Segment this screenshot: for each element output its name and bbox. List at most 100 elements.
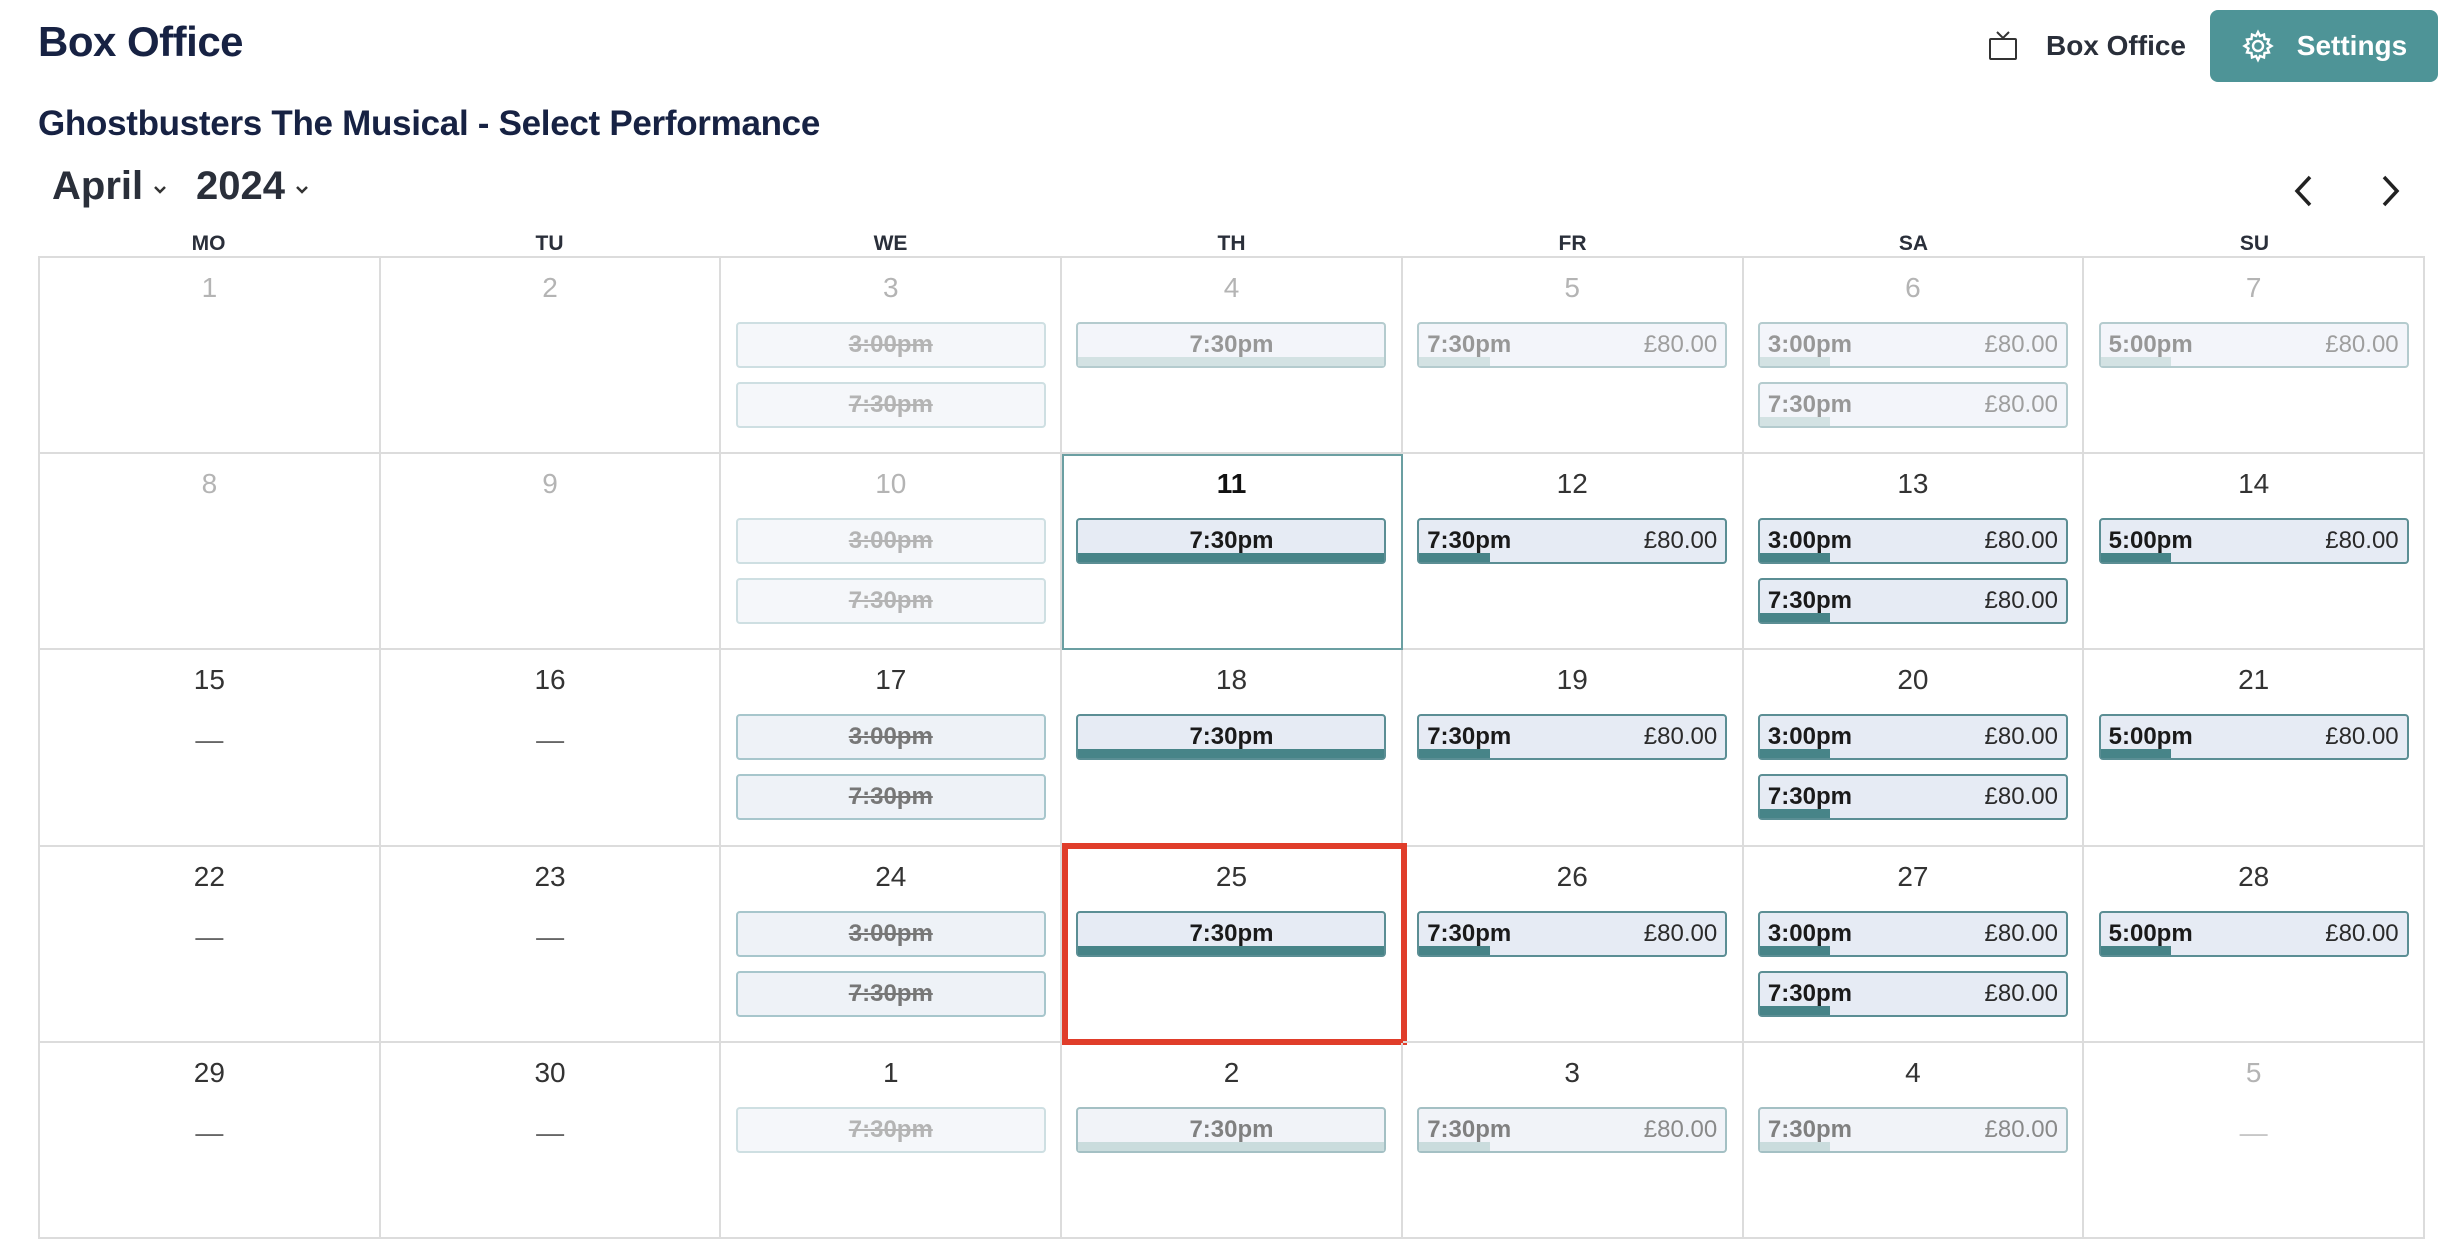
year-select[interactable]: 2024 [196,164,311,209]
performance-slot[interactable]: 7:30pm £80.00 [1757,382,2068,428]
day-cell[interactable]: 3 7:30pm £80.00 [1402,1042,1744,1239]
day-number: 25 [1215,860,1248,892]
day-cell[interactable]: 26 7:30pm £80.00 [1402,846,1744,1043]
day-number: 8 [201,468,218,500]
day-cell[interactable]: 22 — [40,846,381,1043]
availability-bar [1419,553,1490,563]
month-select[interactable]: April [52,164,169,209]
availability-bar [2100,749,2172,759]
day-cell[interactable]: 24 3:00pm 7:30pm [721,846,1063,1043]
performance-slot[interactable]: 5:00pm £80.00 [2098,322,2409,368]
performance-slot[interactable]: 7:30pm £80.00 [1757,970,2068,1017]
day-number: 24 [875,860,907,892]
day-number: 2 [542,272,558,303]
day-cell[interactable]: 11 7:30pm [1062,454,1403,651]
performance-slot[interactable]: 7:30pm £80.00 [1417,1106,1728,1153]
chevron-down-icon [296,185,308,194]
day-cell[interactable]: 2 [380,258,722,455]
day-cell[interactable]: 4 7:30pm [1062,258,1403,455]
weekday-label: SA [1898,232,1929,255]
performance-slot[interactable]: 7:30pm £80.00 [1757,774,2068,821]
settings-button[interactable]: Settings [2210,10,2438,82]
performance-time: 5:00pm [2108,527,2193,555]
performance-slot[interactable]: 7:30pm £80.00 [1757,1106,2068,1153]
performance-slot[interactable]: 7:30pm [1076,322,1387,368]
day-cell[interactable]: 7 5:00pm £80.00 [2084,258,2425,455]
day-cell[interactable]: 5 7:30pm £80.00 [1402,258,1744,455]
day-number: 9 [542,468,558,500]
performance-slot-cancelled: 7:30pm [735,970,1046,1017]
chevron-right-icon [2382,175,2400,207]
day-cell[interactable]: 20 3:00pm £80.00 7:30pm £80.00 [1743,650,2085,847]
weekday-label: TH [1217,232,1246,255]
day-cell[interactable]: 8 [40,454,381,651]
day-cell[interactable]: 15 — [40,650,381,847]
day-number: 3 [882,272,899,303]
next-month-button[interactable] [2366,168,2412,214]
day-cell[interactable]: 10 3:00pm 7:30pm [721,454,1063,651]
day-cell[interactable]: 9 [380,454,722,651]
chevron-down-icon [154,185,167,194]
day-number: 1 [201,272,218,303]
day-cell[interactable]: 5— [2084,1042,2425,1239]
performance-slot[interactable]: 7:30pm [1076,1106,1387,1153]
day-cell[interactable]: 30 — [380,1042,722,1239]
day-cell[interactable]: 4 7:30pm £80.00 [1743,1042,2085,1239]
box-office-link-label: Box Office [2045,30,2186,61]
day-cell[interactable]: 14 5:00pm £80.00 [2084,454,2425,651]
performance-slot[interactable]: 3:00pm £80.00 [1757,322,2068,368]
performance-slot[interactable]: 7:30pm [1076,910,1387,957]
availability-bar [1078,357,1385,366]
box-office-link[interactable]: Box Office [1986,29,2186,63]
day-cell[interactable]: 25 7:30pm [1062,842,1407,1046]
availability-bar [1759,553,1831,563]
day-cell[interactable]: 18 7:30pm [1062,650,1403,847]
day-cell[interactable]: 23 — [380,846,722,1043]
performance-time: 7:30pm [1427,527,1512,555]
performance-time: 7:30pm [1767,979,1852,1007]
availability-bar [1078,749,1385,759]
performance-slot[interactable]: 7:30pm £80.00 [1417,518,1728,565]
day-cell[interactable]: 1 [40,258,381,455]
performance-slot[interactable]: 3:00pm £80.00 [1757,910,2068,957]
day-cell[interactable]: 2 7:30pm [1062,1042,1403,1239]
performance-slot[interactable]: 5:00pm £80.00 [2098,714,2409,761]
day-cell[interactable]: 29 — [40,1042,381,1239]
day-cell[interactable]: 28 5:00pm £80.00 [2084,846,2425,1043]
performance-time: 7:30pm [1189,331,1274,358]
performance-price: £80.00 [1984,1115,2058,1143]
previous-month-button[interactable] [2282,168,2328,214]
availability-bar [1759,945,1831,955]
performance-slot[interactable]: 5:00pm £80.00 [2098,910,2409,957]
day-number: 27 [1897,860,1929,892]
performance-slot[interactable]: 5:00pm £80.00 [2098,518,2409,565]
performance-slot[interactable]: 7:30pm [1076,518,1387,565]
performance-slot[interactable]: 3:00pm £80.00 [1757,714,2068,761]
performance-slot[interactable]: 7:30pm [1076,714,1387,761]
performance-time: 7:30pm [1427,1115,1512,1143]
availability-bar [2100,945,2172,955]
performance-slot[interactable]: 7:30pm £80.00 [1417,714,1728,761]
performance-slot[interactable]: 7:30pm £80.00 [1417,910,1728,957]
performance-price: £80.00 [1984,587,2058,615]
no-performance-dash: — [195,1116,224,1148]
performance-price: £80.00 [2325,331,2399,358]
day-cell[interactable]: 17 3:00pm 7:30pm [721,650,1063,847]
day-cell[interactable]: 21 5:00pm £80.00 [2084,650,2425,847]
month-value: April [52,164,144,208]
performance-time: 7:30pm [1427,331,1512,358]
day-cell[interactable]: 27 3:00pm £80.00 7:30pm £80.00 [1743,846,2085,1043]
day-cell[interactable]: 19 7:30pm £80.00 [1402,650,1744,847]
day-cell[interactable]: 3 3:00pm 7:30pm [721,258,1063,455]
performance-slot[interactable]: 3:00pm £80.00 [1757,518,2068,565]
performance-slot[interactable]: 7:30pm £80.00 [1757,578,2068,625]
day-cell[interactable]: 6 3:00pm £80.00 7:30pm £80.00 [1743,258,2085,455]
day-number: 26 [1556,860,1588,892]
day-cell[interactable]: 13 3:00pm £80.00 7:30pm £80.00 [1743,454,2085,651]
performance-time: 7:30pm [1189,527,1274,555]
day-cell[interactable]: 16 — [380,650,722,847]
day-cell[interactable]: 1 7:30pm [721,1042,1063,1239]
performance-slot[interactable]: 7:30pm £80.00 [1417,322,1728,368]
performance-price: £80.00 [1643,723,1718,751]
day-cell[interactable]: 12 7:30pm £80.00 [1402,454,1744,651]
